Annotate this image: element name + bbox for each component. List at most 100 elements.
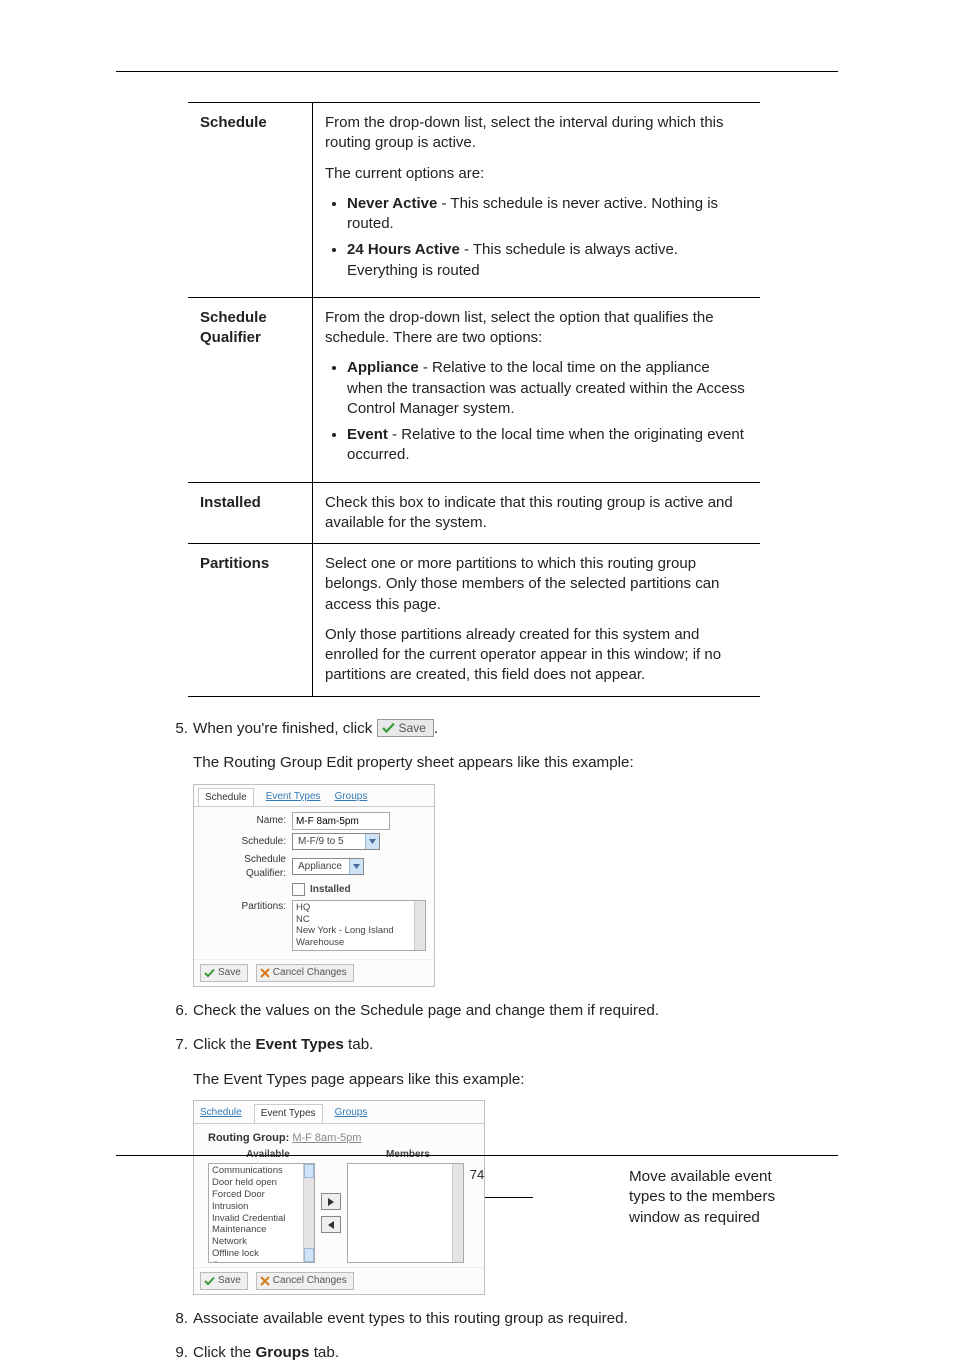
tab-event-types[interactable]: Event Types [254, 1104, 323, 1123]
step-text: Click the [193, 1344, 255, 1361]
routing-group-heading: Routing Group: M-F 8am-5pm [202, 1129, 476, 1148]
option-bold: Event [347, 426, 388, 443]
move-right-button[interactable] [321, 1193, 341, 1210]
move-buttons [321, 1193, 341, 1233]
step-text: Associate available event types to this … [193, 1310, 628, 1327]
step-5: 5. When you're finished, click Save . Th… [116, 719, 838, 987]
step-after-text: The Routing Group Edit property sheet ap… [193, 753, 838, 774]
list-item: Output [212, 1260, 302, 1263]
figure-footer: Save Cancel Changes [194, 1267, 484, 1294]
qualifier-dropdown-value: Appliance [293, 859, 349, 874]
term-line: Schedule [200, 309, 267, 326]
paragraph: Only those partitions already created fo… [325, 625, 748, 686]
figure-body: Routing Group: M-F 8am-5pm Available Mem… [194, 1123, 484, 1267]
table-row: Schedule Qualifier From the drop-down li… [188, 297, 760, 482]
tab-event-types[interactable]: Event Types [264, 788, 323, 807]
option-text: - Relative to the local time when the or… [347, 426, 744, 463]
term-partitions: Partitions [188, 544, 313, 697]
form-row-qualifier: Schedule Qualifier: Appliance [202, 853, 426, 880]
save-button[interactable]: Save [377, 719, 434, 737]
step-text: Check the values on the Schedule page an… [193, 1002, 659, 1019]
tab-groups[interactable]: Groups [333, 1104, 370, 1123]
name-label: Name: [202, 814, 292, 828]
figure-tabs: Schedule Event Types Groups [194, 785, 434, 807]
event-types-figure-wrap: Schedule Event Types Groups Routing Grou… [193, 1100, 838, 1294]
move-left-button[interactable] [321, 1216, 341, 1233]
event-types-figure: Schedule Event Types Groups Routing Grou… [193, 1100, 485, 1294]
schedule-label: Schedule: [202, 835, 292, 849]
list-item: Invalid Credential [212, 1213, 302, 1225]
tab-schedule[interactable]: Schedule [198, 1104, 244, 1123]
page: Schedule From the drop-down list, select… [0, 0, 954, 1235]
step-number: 8. [166, 1309, 188, 1330]
cancel-button[interactable]: Cancel Changes [256, 964, 354, 982]
step-bold: Groups [255, 1344, 309, 1361]
save-button[interactable]: Save [200, 964, 248, 982]
option-bold: Appliance [347, 359, 419, 376]
cancel-icon [260, 968, 270, 978]
tab-schedule[interactable]: Schedule [198, 788, 254, 807]
paragraph: Select one or more partitions to which t… [325, 554, 748, 615]
term-installed: Installed [188, 482, 313, 544]
cancel-icon [260, 1276, 270, 1286]
partitions-label: Partitions: [202, 900, 292, 914]
term-schedule: Schedule [188, 103, 313, 298]
form-row-installed: Installed [202, 883, 426, 897]
figure-tabs: Schedule Event Types Groups [194, 1101, 484, 1123]
list-item: Forced Door [212, 1189, 302, 1201]
qualifier-dropdown[interactable]: Appliance [292, 858, 364, 875]
step-6: 6. Check the values on the Schedule page… [116, 1001, 838, 1022]
paragraph: Check this box to indicate that this rou… [325, 493, 748, 534]
cancel-button[interactable]: Cancel Changes [256, 1272, 354, 1290]
term-schedule-qualifier: Schedule Qualifier [188, 297, 313, 482]
routing-group-label: Routing Group: [208, 1132, 289, 1144]
paragraph: From the drop-down list, select the inte… [325, 113, 748, 154]
page-footer: 74 [116, 1155, 838, 1184]
step-text: tab. [309, 1344, 339, 1361]
scrollbar[interactable] [414, 901, 425, 951]
step-text: When you're finished, click [193, 720, 377, 737]
installed-checkbox[interactable] [292, 883, 305, 896]
paragraph: The current options are: [325, 164, 748, 184]
figure-body: Name: Schedule: M-F/9 to 5 Sch [194, 806, 434, 959]
term-line: Qualifier [200, 329, 261, 346]
save-button[interactable]: Save [200, 1272, 248, 1290]
save-button-label: Save [218, 966, 241, 980]
desc-schedule: From the drop-down list, select the inte… [313, 103, 761, 298]
step-bold: Event Types [255, 1036, 343, 1053]
desc-installed: Check this box to indicate that this rou… [313, 482, 761, 544]
step-number: 6. [166, 1001, 188, 1022]
scrollbar-thumb-bottom [304, 1248, 314, 1262]
qualifier-label: Schedule Qualifier: [202, 853, 292, 880]
step-number: 7. [166, 1035, 188, 1056]
checkmark-icon [204, 968, 215, 978]
save-button-label: Save [399, 721, 426, 735]
desc-partitions: Select one or more partitions to which t… [313, 544, 761, 697]
tab-groups[interactable]: Groups [333, 788, 370, 807]
list-item: Event - Relative to the local time when … [347, 425, 748, 466]
schedule-dropdown[interactable]: M-F/9 to 5 [292, 833, 380, 850]
schedule-dropdown-value: M-F/9 to 5 [293, 834, 365, 849]
chevron-down-icon [349, 859, 363, 874]
name-field[interactable] [292, 812, 390, 830]
arrow-right-icon [327, 1198, 335, 1206]
step-number: 9. [166, 1343, 188, 1364]
figure-footer: Save Cancel Changes [194, 959, 434, 986]
option-list: Never Active - This schedule is never ac… [325, 194, 748, 281]
partitions-listbox[interactable]: HQ NC New York - Long Island Warehouse [292, 900, 426, 952]
page-number: 74 [470, 1167, 484, 1182]
step-text: Click the [193, 1036, 255, 1053]
save-button-label: Save [218, 1274, 241, 1288]
steps-list: 5. When you're finished, click Save . Th… [116, 719, 838, 1364]
list-item: Never Active - This schedule is never ac… [347, 194, 748, 235]
form-row-schedule: Schedule: M-F/9 to 5 [202, 833, 426, 850]
top-rule [116, 71, 838, 72]
table-row: Installed Check this box to indicate tha… [188, 482, 760, 544]
list-item: Intrusion [212, 1201, 302, 1213]
list-item: Offline lock [212, 1248, 302, 1260]
desc-schedule-qualifier: From the drop-down list, select the opti… [313, 297, 761, 482]
list-item: NC [296, 914, 422, 926]
option-list: Appliance - Relative to the local time o… [325, 358, 748, 465]
option-bold: Never Active [347, 195, 437, 212]
step-after-text: The Event Types page appears like this e… [193, 1070, 838, 1091]
